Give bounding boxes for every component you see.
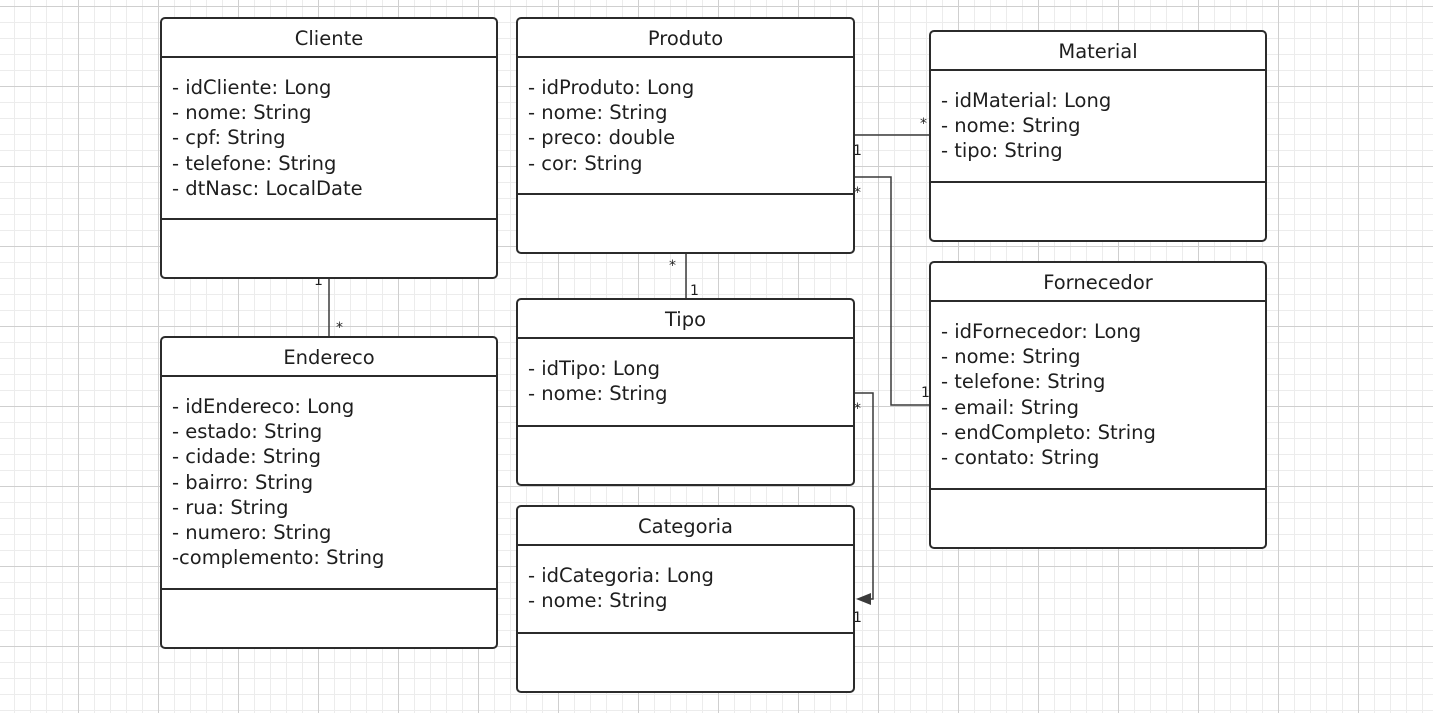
- class-categoria-title: Categoria: [518, 507, 853, 546]
- attribute: - dtNasc: LocalDate: [172, 176, 363, 200]
- class-material-attributes: - idMaterial: Long - nome: String - tipo…: [931, 71, 1265, 183]
- class-cliente-title: Cliente: [162, 19, 496, 58]
- attribute: - idCliente: Long: [172, 76, 332, 99]
- class-endereco-title: Endereco: [162, 338, 496, 377]
- attribute: - bairro: String: [172, 470, 314, 494]
- class-material[interactable]: Material - idMaterial: Long - nome: Stri…: [929, 30, 1267, 242]
- attribute: -complemento: String: [172, 546, 385, 570]
- attribute: - tipo: String: [941, 139, 1063, 163]
- attribute: - nome: String: [528, 101, 668, 125]
- attribute: - telefone: String: [941, 370, 1106, 394]
- class-produto-attributes: - idProduto: Long - nome: String - preco…: [518, 58, 853, 195]
- class-cliente[interactable]: Cliente - idCliente: Long - nome: String…: [160, 17, 498, 279]
- attribute: - email: String: [941, 395, 1079, 419]
- attribute: - idCategoria: Long: [528, 564, 714, 587]
- attribute: - endCompleto: String: [941, 420, 1156, 444]
- class-categoria-attributes: - idCategoria: Long - nome: String: [518, 546, 853, 634]
- attribute: - telefone: String: [172, 151, 337, 175]
- uml-class-diagram: 1 * 1 * * 1 * 1 * 1 Cliente - idCliente:…: [0, 0, 1433, 713]
- attribute: - estado: String: [172, 420, 323, 444]
- attribute: - rua: String: [172, 495, 289, 519]
- attribute: - nome: String: [172, 101, 312, 125]
- attribute: - contato: String: [941, 446, 1100, 470]
- class-tipo-title: Tipo: [518, 300, 853, 339]
- association-line-produto-fornecedor[interactable]: [854, 176, 930, 406]
- attribute: - idTipo: Long: [528, 357, 661, 380]
- class-cliente-attributes: - idCliente: Long - nome: String - cpf: …: [162, 58, 496, 220]
- attribute: - nome: String: [528, 589, 668, 613]
- attribute: - nome: String: [941, 114, 1081, 138]
- attribute: - cpf: String: [172, 126, 286, 150]
- attribute: - idFornecedor: Long: [941, 320, 1142, 343]
- multiplicity-produto-fornecedor-many: *: [854, 185, 861, 201]
- class-fornecedor-title: Fornecedor: [931, 263, 1265, 302]
- attribute: - nome: String: [941, 345, 1081, 369]
- class-tipo[interactable]: Tipo - idTipo: Long - nome: String: [516, 298, 855, 486]
- multiplicity-tipo-categoria-many: *: [854, 401, 861, 417]
- attribute: - idProduto: Long: [528, 76, 695, 99]
- class-categoria[interactable]: Categoria - idCategoria: Long - nome: St…: [516, 505, 855, 693]
- attribute: - cor: String: [528, 151, 643, 175]
- multiplicity-produto-tipo-many: *: [669, 258, 676, 274]
- association-line-tipo-categoria[interactable]: [854, 392, 874, 600]
- multiplicity-cliente-endereco-many: *: [336, 320, 343, 336]
- attribute: - idMaterial: Long: [941, 89, 1112, 112]
- class-material-title: Material: [931, 32, 1265, 71]
- attribute: - preco: double: [528, 126, 676, 150]
- multiplicity-produto-tipo-one: 1: [690, 283, 699, 299]
- navigability-arrow-head: [856, 593, 871, 605]
- attribute: - nome: String: [528, 382, 668, 406]
- class-produto[interactable]: Produto - idProduto: Long - nome: String…: [516, 17, 855, 254]
- class-endereco-attributes: - idEndereco: Long - estado: String - ci…: [162, 377, 496, 590]
- multiplicity-produto-material-many: *: [920, 116, 927, 132]
- class-fornecedor[interactable]: Fornecedor - idFornecedor: Long - nome: …: [929, 261, 1267, 549]
- class-produto-title: Produto: [518, 19, 853, 58]
- attribute: - idEndereco: Long: [172, 395, 355, 418]
- attribute: - numero: String: [172, 521, 332, 545]
- class-tipo-attributes: - idTipo: Long - nome: String: [518, 339, 853, 427]
- class-fornecedor-attributes: - idFornecedor: Long - nome: String - te…: [931, 302, 1265, 490]
- class-endereco[interactable]: Endereco - idEndereco: Long - estado: St…: [160, 336, 498, 649]
- attribute: - cidade: String: [172, 445, 322, 469]
